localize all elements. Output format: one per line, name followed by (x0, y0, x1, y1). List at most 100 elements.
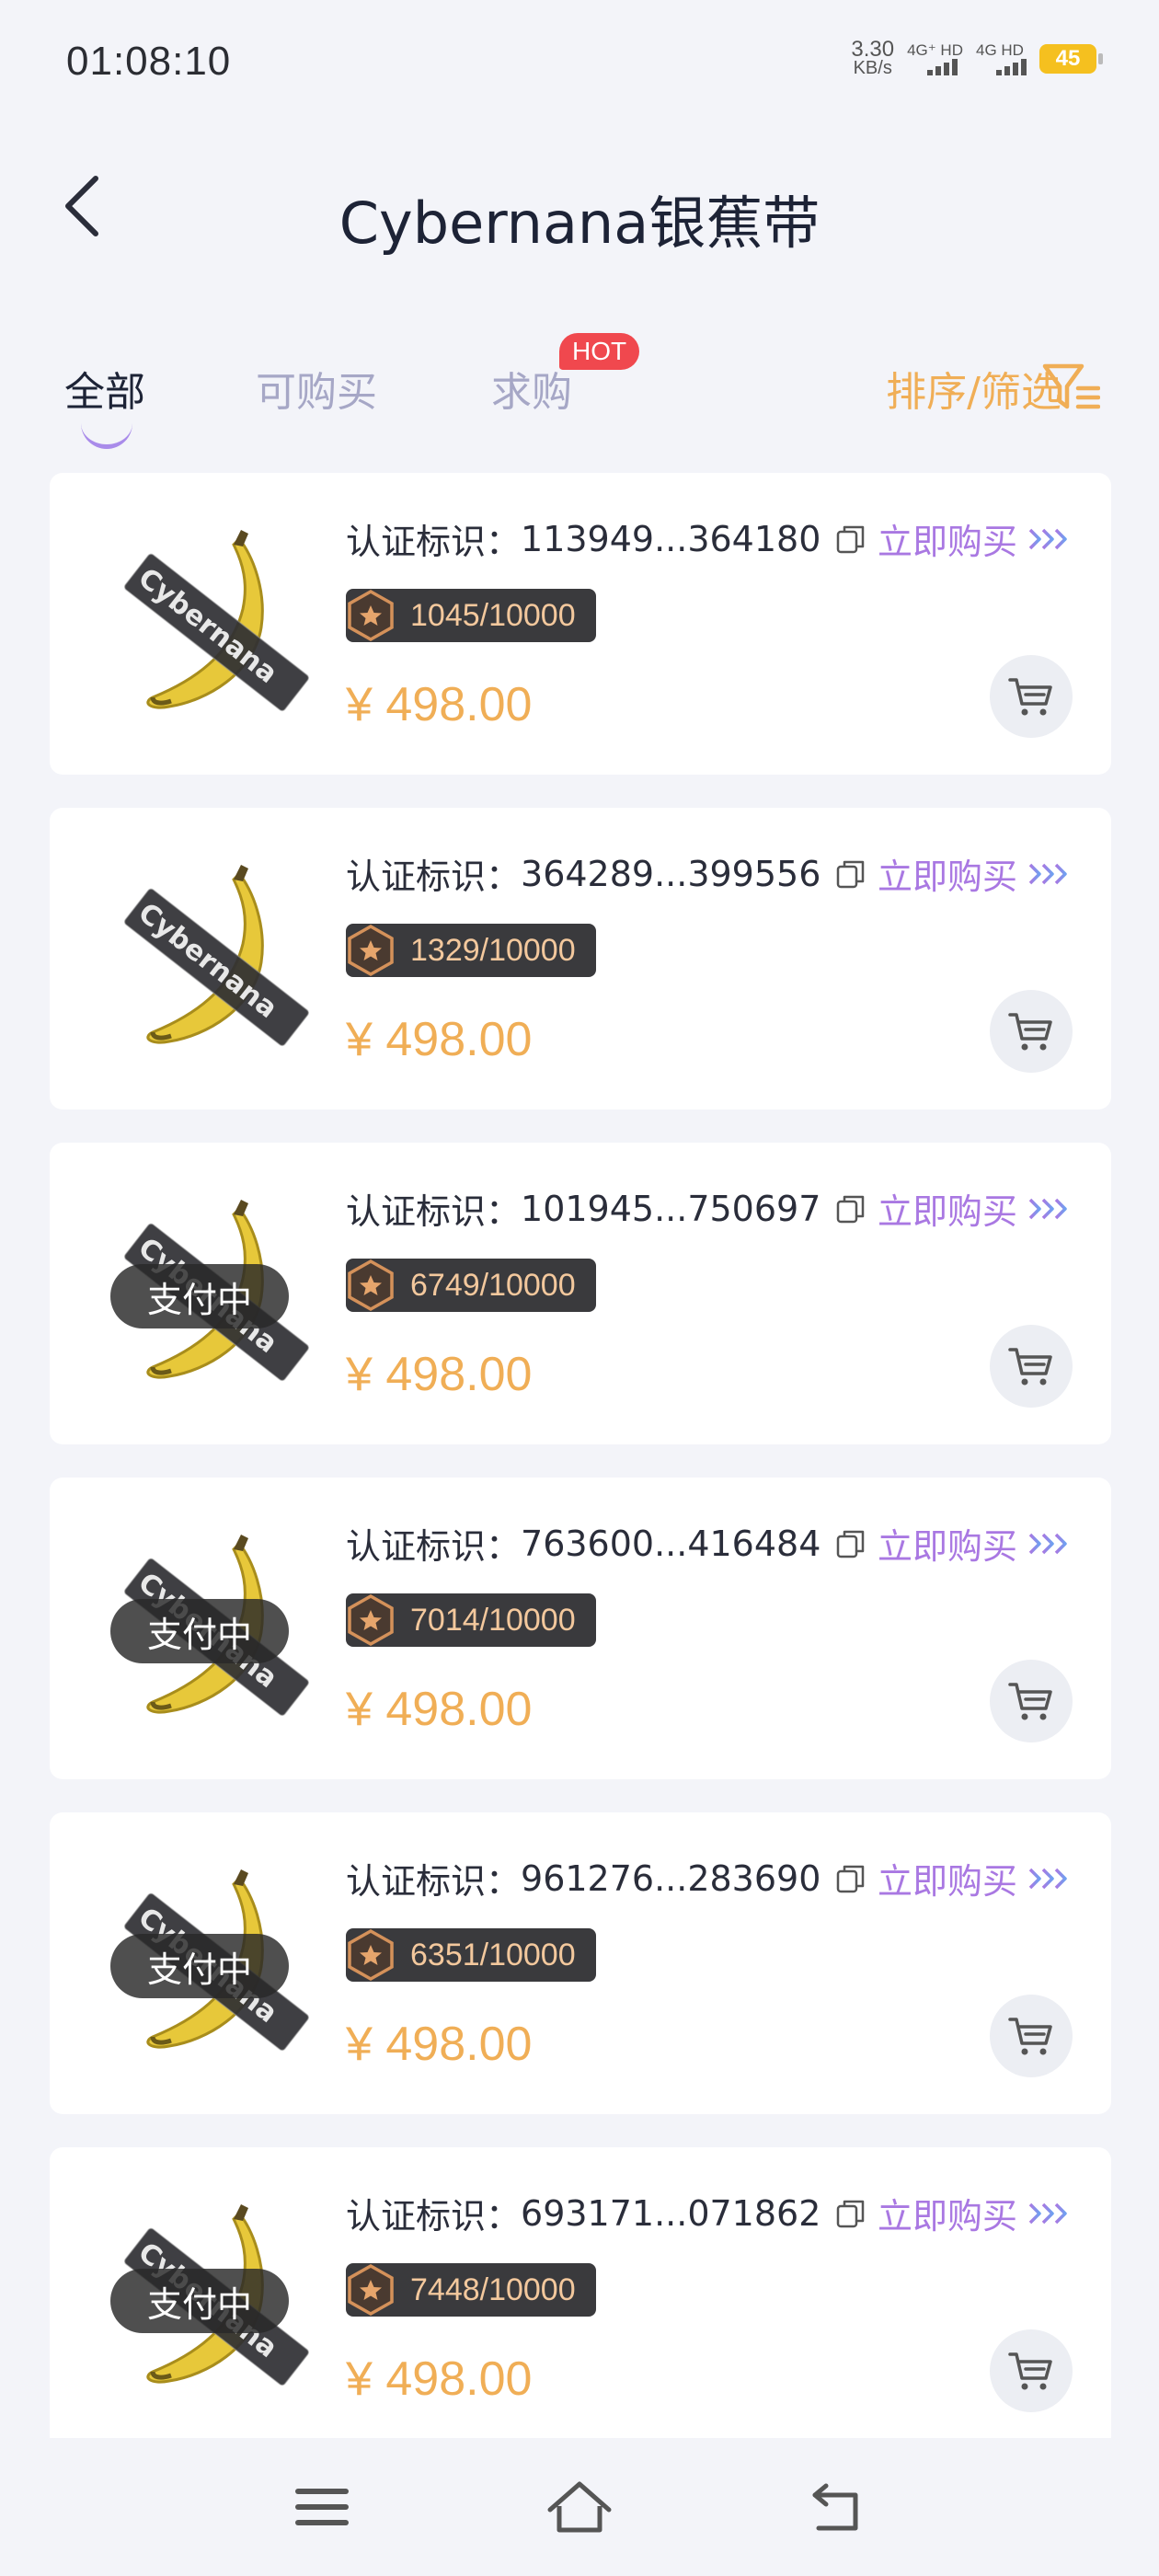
edition-number: 1329/10000 (410, 932, 576, 968)
status-badge: 支付中 (110, 1264, 289, 1328)
cart-icon (1008, 1683, 1052, 1720)
buy-now-link[interactable]: 立即购买 (878, 1183, 1071, 1234)
status-badge: 支付中 (110, 1599, 289, 1663)
triple-chevron-right-icon (1028, 528, 1067, 549)
add-to-cart-button[interactable] (990, 1995, 1073, 2077)
sort-filter-button[interactable]: 排序/筛选 (886, 359, 1061, 418)
price: ¥ 498.00 (346, 1013, 533, 1066)
add-to-cart-button[interactable] (990, 1325, 1073, 1408)
buy-now-label: 立即购买 (877, 2196, 1017, 2237)
copy-icon[interactable] (835, 858, 866, 890)
star-hexagon-icon (348, 1593, 394, 1647)
active-tab-indicator (81, 423, 132, 449)
sim2-label: 4G HD (976, 41, 1024, 59)
copy-icon[interactable] (835, 1528, 866, 1559)
edition-number: 7448/10000 (410, 2271, 576, 2307)
cert-id: 693171...071862 (521, 2192, 821, 2234)
triple-chevron-right-icon (1028, 1533, 1067, 1554)
listing-card[interactable]: Cybernana 支付中 认证标识：101945...750697 立即购买 (50, 1143, 1111, 1444)
header: Cybernana银蕉带 (0, 147, 1159, 267)
listing-card[interactable]: Cybernana 支付中 认证标识：763600...416484 立即购买 (50, 1478, 1111, 1779)
add-to-cart-button[interactable] (990, 2329, 1073, 2412)
cart-icon (1008, 2352, 1052, 2390)
edition-badge: 6749/10000 (346, 1259, 596, 1312)
buy-now-label: 立即购买 (877, 1526, 1017, 1567)
cert-id: 763600...416484 (521, 1523, 821, 1564)
add-to-cart-button[interactable] (990, 990, 1073, 1073)
buy-now-label: 立即购买 (877, 1191, 1017, 1232)
copy-icon[interactable] (835, 1863, 866, 1894)
status-badge: 支付中 (110, 2269, 289, 2333)
battery-icon: 45 (1039, 44, 1103, 74)
listing-card[interactable]: Cybernana 认证标识： 113949...364180 立即购买 104… (50, 473, 1111, 775)
listing-card[interactable]: Cybernana 认证标识： 364289...399556 立即购买 132… (50, 808, 1111, 1110)
tab-bar: 全部 可购买 求购 HOT 排序/筛选 (0, 333, 1159, 451)
back-nav-icon[interactable] (800, 2475, 874, 2539)
hot-badge: HOT (559, 333, 640, 370)
star-hexagon-icon (348, 924, 394, 977)
cert-id: 101945...750697 (521, 1188, 821, 1229)
edition-number: 1045/10000 (410, 597, 576, 633)
cert-label: 认证标识： (346, 1526, 522, 1567)
buy-now-label: 立即购买 (877, 857, 1017, 897)
listing-card[interactable]: Cybernana 支付中 认证标识：961276...283690 立即购买 (50, 1812, 1111, 2114)
status-badge: 支付中 (110, 1934, 289, 1998)
buy-now-link[interactable]: 立即购买 (878, 1518, 1071, 1569)
price: ¥ 498.00 (346, 678, 533, 731)
tab-all[interactable]: 全部 (64, 359, 145, 418)
triple-chevron-right-icon (1028, 1198, 1067, 1219)
copy-icon[interactable] (835, 523, 866, 555)
add-to-cart-button[interactable] (990, 1660, 1073, 1742)
cert-id: 113949...364180 (521, 518, 821, 559)
edition-number: 6351/10000 (410, 1937, 576, 1972)
cert-label: 认证标识： (346, 1861, 522, 1902)
edition-badge: 1045/10000 (346, 589, 596, 642)
triple-chevron-right-icon (1028, 863, 1067, 884)
cart-icon (1008, 1013, 1052, 1051)
cart-icon (1008, 678, 1052, 716)
cart-icon (1008, 2018, 1052, 2055)
status-time: 01:08:10 (66, 39, 232, 84)
buy-now-label: 立即购买 (877, 1861, 1017, 1902)
home-icon[interactable] (543, 2475, 616, 2539)
price: ¥ 498.00 (346, 1683, 533, 1736)
cert-id: 364289...399556 (521, 853, 821, 894)
certificate-line: 认证标识： 961276...283690 (346, 1853, 866, 1903)
edition-badge: 7014/10000 (346, 1593, 596, 1647)
menu-icon[interactable] (285, 2475, 359, 2539)
add-to-cart-button[interactable] (990, 655, 1073, 738)
network-speed: 3.30 KB/s (851, 37, 895, 78)
star-hexagon-icon (348, 1928, 394, 1982)
cert-label: 认证标识： (346, 857, 522, 897)
copy-icon[interactable] (835, 1193, 866, 1225)
sim1-signal-icon: 4G⁺ HD (907, 42, 963, 75)
buy-now-link[interactable]: 立即购买 (878, 513, 1071, 564)
sim2-signal-icon: 4G HD (976, 42, 1027, 75)
buy-now-link[interactable]: 立即购买 (878, 2188, 1071, 2238)
star-hexagon-icon (348, 589, 394, 642)
listing-card[interactable]: Cybernana 支付中 认证标识：693171...071862 立即购买 (50, 2147, 1111, 2438)
buy-now-link[interactable]: 立即购买 (878, 848, 1071, 899)
network-speed-unit: KB/s (853, 58, 892, 78)
edition-badge: 1329/10000 (346, 924, 596, 977)
tab-purchasable[interactable]: 可购买 (256, 359, 377, 418)
certificate-line: 认证标识： 763600...416484 (346, 1518, 866, 1569)
cart-icon (1008, 1348, 1052, 1386)
cert-label: 认证标识： (346, 1191, 522, 1232)
buy-now-link[interactable]: 立即购买 (878, 1853, 1071, 1903)
triple-chevron-right-icon (1028, 1868, 1067, 1889)
sim1-label: 4G⁺ HD (907, 41, 963, 59)
cert-id: 961276...283690 (521, 1857, 821, 1899)
edition-number: 6749/10000 (410, 1267, 576, 1303)
star-hexagon-icon (348, 2263, 394, 2317)
filter-icon[interactable] (1041, 361, 1100, 416)
copy-icon[interactable] (835, 2198, 866, 2229)
system-navigation-bar (0, 2438, 1159, 2576)
price: ¥ 498.00 (346, 2352, 533, 2406)
price: ¥ 498.00 (346, 1348, 533, 1401)
page-title: Cybernana银蕉带 (339, 190, 820, 257)
certificate-line: 认证标识： 364289...399556 (346, 848, 866, 899)
cert-label: 认证标识： (346, 522, 522, 562)
cert-label: 认证标识： (346, 2196, 522, 2237)
network-speed-value: 3.30 (851, 37, 895, 62)
